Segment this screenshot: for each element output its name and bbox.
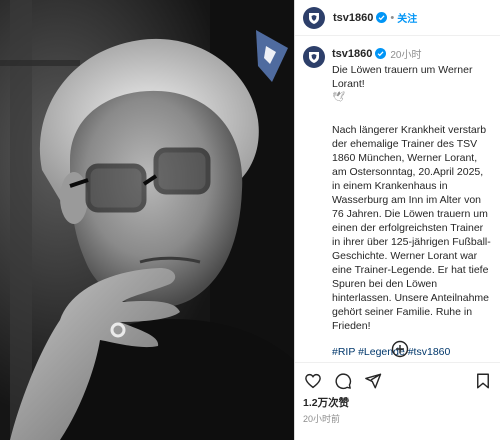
caption: tsv1860 20小时 Die Löwen trauern um Werner… <box>295 36 500 359</box>
caption-account-name[interactable]: tsv1860 <box>332 48 372 60</box>
verified-badge-icon <box>376 12 388 23</box>
like-count[interactable]: 1.2万次赞 <box>295 393 500 410</box>
verified-badge-icon <box>375 48 387 59</box>
posted-time: 20小时前 <box>303 414 341 424</box>
hashtag-tsv1860[interactable]: #tsv1860 <box>408 346 451 358</box>
caption-title: Die Löwen trauern um Werner Lorant! <box>332 64 473 90</box>
follow-button[interactable]: 关注 <box>397 10 417 25</box>
caption-avatar[interactable] <box>303 46 325 68</box>
caption-header: tsv1860 20小时 <box>332 46 494 62</box>
action-icons <box>295 363 500 393</box>
separator-dot: • <box>390 11 395 24</box>
portrait-image <box>0 0 294 440</box>
post-side-panel: tsv1860 • 关注 tsv1860 20小时 Die Löwen trau… <box>294 0 500 440</box>
action-bar: 1.2万次赞 20小时前 <box>295 362 500 440</box>
post-time: 20小时 <box>390 50 422 61</box>
share-icon[interactable] <box>363 371 383 391</box>
bookmark-icon[interactable] <box>473 371 493 391</box>
lion-crest-icon <box>309 52 319 63</box>
comment-icon[interactable] <box>333 371 353 391</box>
avatar[interactable] <box>303 6 325 29</box>
post-header: tsv1860 • 关注 <box>295 0 500 36</box>
heart-icon[interactable] <box>303 371 323 391</box>
post-photo[interactable] <box>0 0 294 440</box>
plus-circle-icon[interactable] <box>391 340 409 358</box>
caption-text: Nach längerer Krankheit verstarb der ehe… <box>332 124 491 332</box>
caption-body: tsv1860 20小时 Die Löwen trauern um Werner… <box>332 46 494 359</box>
account-name[interactable]: tsv1860 <box>333 12 373 24</box>
hashtags: #RIP #Legende #tsv1860 <box>332 345 494 359</box>
hashtag-rip[interactable]: #RIP <box>332 346 355 358</box>
lion-crest-icon <box>309 12 319 24</box>
dove-emoji: 🕊 <box>332 92 345 103</box>
